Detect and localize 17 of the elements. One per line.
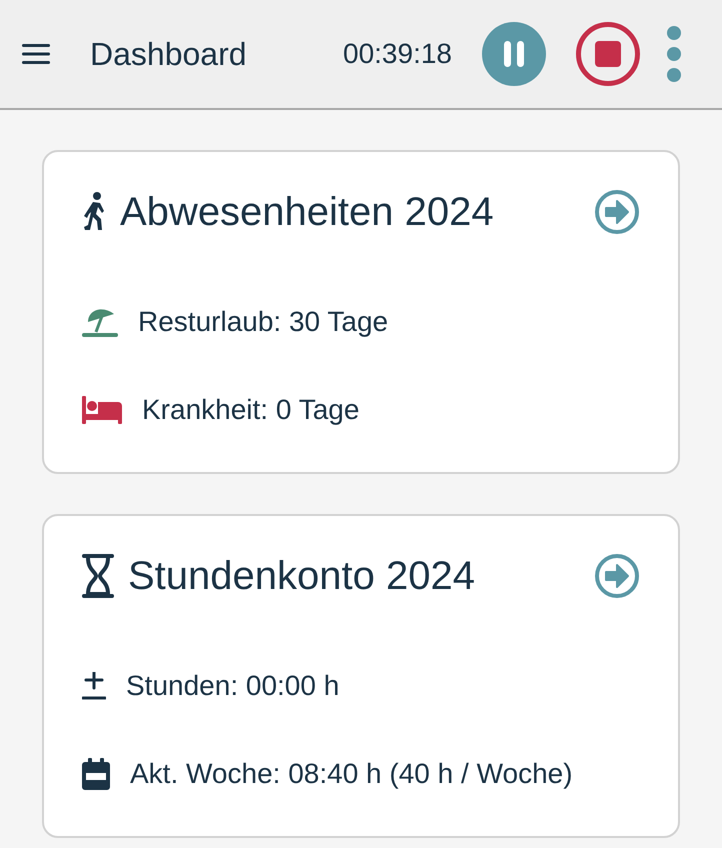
page-title: Dashboard [90, 35, 247, 74]
hourglass-icon [82, 554, 114, 598]
arrow-circle-icon[interactable] [594, 553, 640, 599]
item-text: Resturlaub: 30 Tage [138, 305, 388, 339]
stop-icon [595, 41, 621, 67]
pause-icon [502, 41, 526, 67]
item-text: Krankheit: 0 Tage [142, 393, 360, 427]
menu-icon[interactable] [22, 43, 50, 65]
arrow-circle-icon[interactable] [594, 189, 640, 235]
item-text: Stunden: 00:00 h [126, 669, 340, 703]
card-title: Stundenkonto 2024 [128, 553, 475, 600]
timer-text: 00:39:18 [343, 37, 452, 71]
more-icon[interactable] [666, 26, 682, 82]
stop-button[interactable] [576, 22, 640, 86]
walking-person-icon [82, 192, 106, 232]
card-title: Abwesenheiten 2024 [120, 189, 494, 236]
item-text: Akt. Woche: 08:40 h (40 h / Woche) [130, 757, 573, 791]
